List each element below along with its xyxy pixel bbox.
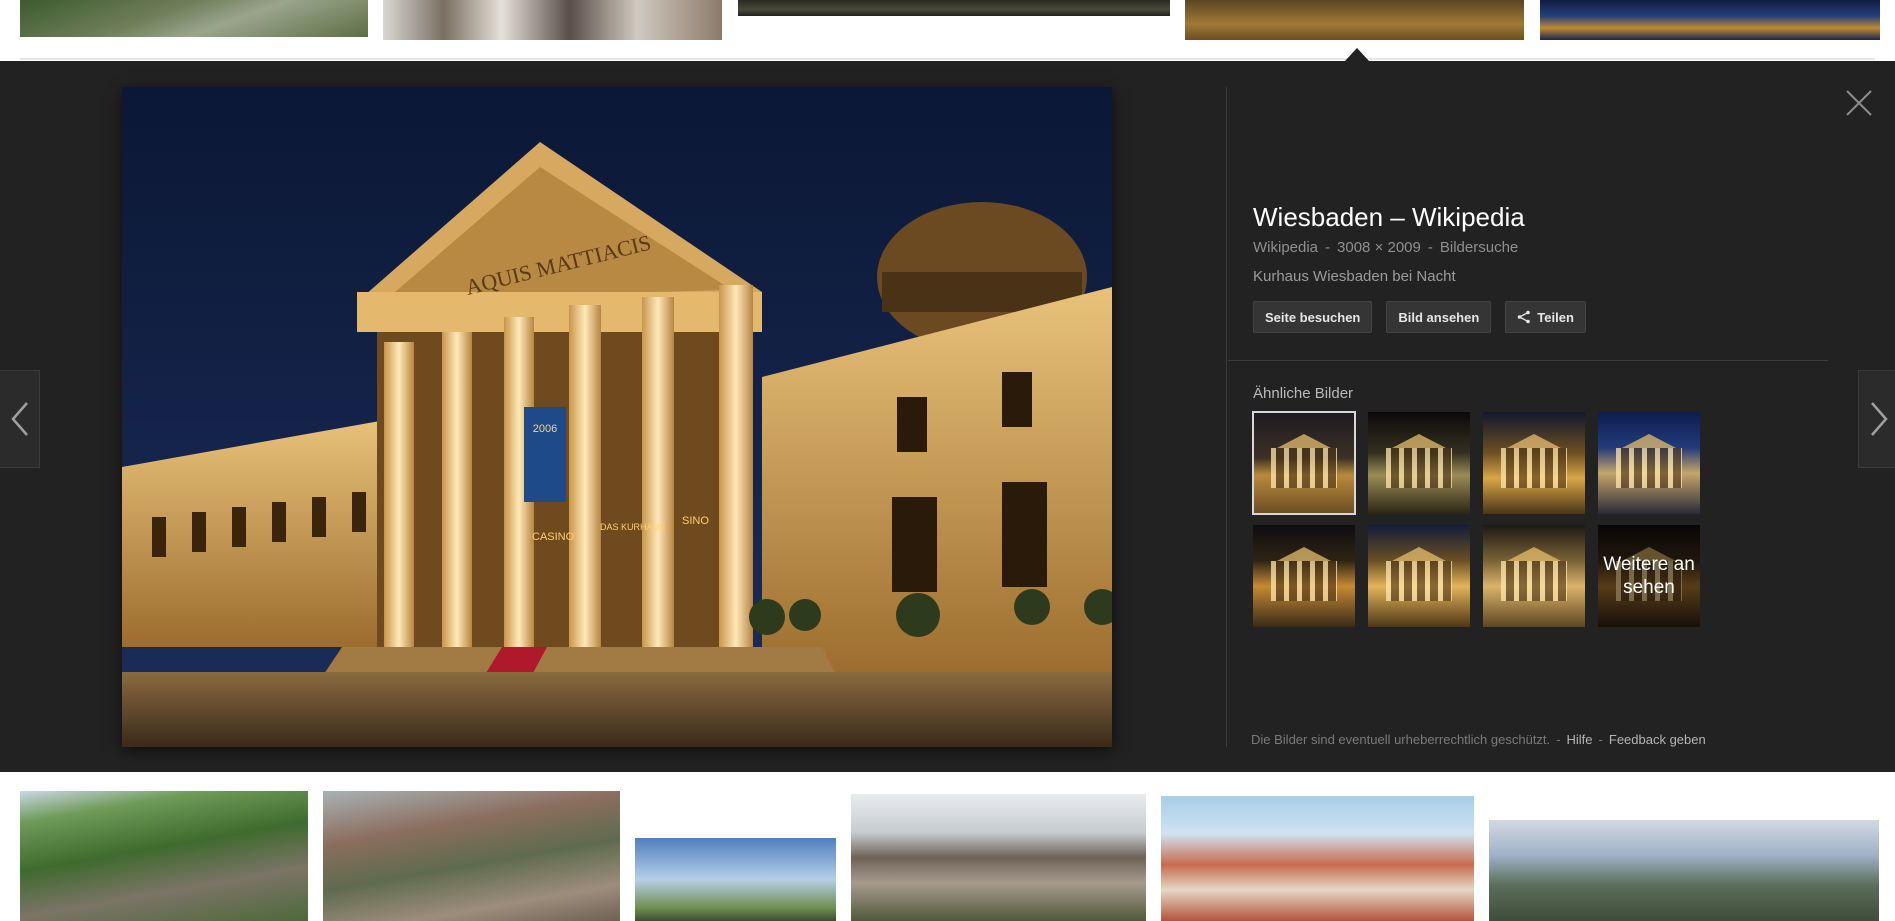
result-thumbnail[interactable] xyxy=(1540,0,1880,40)
footer-separator: - xyxy=(1556,732,1561,747)
similar-image-thumbnail[interactable] xyxy=(1598,412,1700,514)
result-thumbnail[interactable] xyxy=(1489,820,1879,921)
share-label: Teilen xyxy=(1537,309,1574,325)
bottom-results-strip xyxy=(0,772,1895,921)
view-image-button[interactable]: Bild ansehen xyxy=(1386,301,1492,333)
image-search-link[interactable]: Bildersuche xyxy=(1440,239,1518,256)
visit-page-label: Seite besuchen xyxy=(1265,309,1361,325)
result-thumbnail[interactable] xyxy=(635,838,836,921)
help-link[interactable]: Hilfe xyxy=(1567,732,1593,747)
image-meta: Wikipedia -3008 × 2009- Bildersuche xyxy=(1253,239,1853,256)
view-image-label: Bild ansehen xyxy=(1398,309,1480,325)
similar-image-thumbnail[interactable] xyxy=(1252,411,1356,515)
meta-separator: - xyxy=(1427,239,1433,256)
vertical-divider xyxy=(1226,87,1227,747)
similar-image-thumbnail[interactable] xyxy=(1368,412,1470,514)
result-thumbnail[interactable] xyxy=(383,0,722,40)
more-similar-label: Weitere ansehen xyxy=(1598,525,1700,627)
source-domain[interactable]: Wikipedia xyxy=(1253,239,1318,256)
result-thumbnail[interactable] xyxy=(1161,796,1474,921)
copyright-footer: Die Bilder sind eventuell urheberrechtli… xyxy=(1251,732,1706,747)
divider xyxy=(20,58,1875,60)
next-image-button[interactable] xyxy=(1858,370,1895,468)
more-similar-images-button[interactable]: Weitere ansehen xyxy=(1598,525,1700,627)
copyright-notice: Die Bilder sind eventuell urheberrechtli… xyxy=(1251,732,1551,747)
similar-images-heading: Ähnliche Bilder xyxy=(1253,385,1354,402)
similar-image-thumbnail[interactable] xyxy=(1368,525,1470,627)
close-icon xyxy=(1846,90,1872,116)
horizontal-divider xyxy=(1228,360,1828,361)
result-thumbnail-selected[interactable] xyxy=(1185,0,1524,40)
feedback-link[interactable]: Feedback geben xyxy=(1609,732,1706,747)
sign-casino-right: SINO xyxy=(682,515,709,527)
meta-separator: - xyxy=(1325,239,1331,256)
action-buttons: Seite besuchen Bild ansehen Teilen xyxy=(1253,301,1586,333)
sign-casino: CASINO xyxy=(532,531,575,543)
chevron-left-icon xyxy=(10,402,28,436)
similar-image-thumbnail[interactable] xyxy=(1483,412,1585,514)
chevron-right-icon xyxy=(1870,402,1888,436)
visit-page-button[interactable]: Seite besuchen xyxy=(1253,301,1373,333)
selection-caret xyxy=(1345,48,1369,61)
result-thumbnail[interactable] xyxy=(851,794,1146,921)
similar-image-thumbnail[interactable] xyxy=(1253,525,1355,627)
result-thumbnail[interactable] xyxy=(20,791,308,921)
kurhaus-illustration: 2006 AQUIS MATTIACIS CASINO DAS KURHAUS … xyxy=(122,87,1112,747)
close-button[interactable] xyxy=(1844,88,1874,118)
similar-images-grid: Weitere ansehen xyxy=(1252,411,1713,632)
banner-year: 2006 xyxy=(533,423,557,435)
preview-image[interactable]: 2006 AQUIS MATTIACIS CASINO DAS KURHAUS … xyxy=(122,87,1112,747)
result-thumbnail[interactable] xyxy=(20,0,368,37)
result-thumbnail[interactable] xyxy=(323,791,620,921)
page-title[interactable]: Wiesbaden – Wikipedia xyxy=(1253,202,1853,233)
image-description: Kurhaus Wiesbaden bei Nacht xyxy=(1253,268,1456,285)
image-info: Wiesbaden – Wikipedia Wikipedia -3008 × 2… xyxy=(1253,202,1853,285)
result-thumbnail[interactable] xyxy=(738,0,1170,16)
image-dimensions: 3008 × 2009 xyxy=(1337,239,1421,256)
similar-image-thumbnail[interactable] xyxy=(1483,525,1585,627)
sign-kurhaus: DAS KURHAUS xyxy=(600,522,665,532)
footer-separator: - xyxy=(1598,732,1603,747)
previous-image-button[interactable] xyxy=(0,370,40,468)
top-results-strip xyxy=(0,0,1895,61)
share-button[interactable]: Teilen xyxy=(1505,301,1586,333)
share-icon xyxy=(1517,310,1531,324)
